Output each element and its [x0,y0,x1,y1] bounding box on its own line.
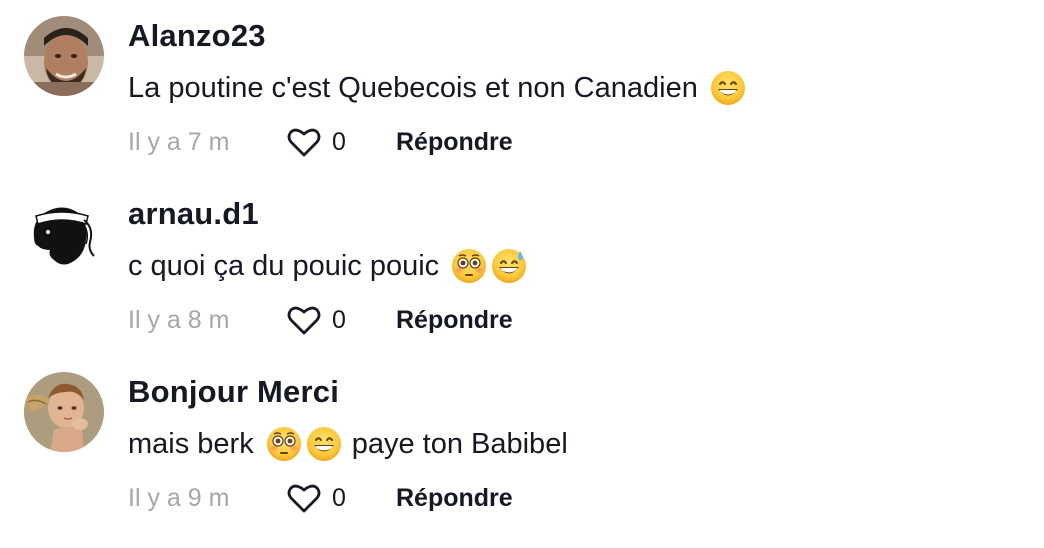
reply-button[interactable]: Répondre [396,128,513,157]
avatar[interactable] [24,16,104,96]
comment-text: c quoi ça du pouic pouic [128,248,527,284]
username[interactable]: Bonjour Merci [128,374,339,410]
comment-item: Alanzo23 La poutine c'est Quebecois et n… [0,0,1044,178]
reply-button[interactable]: Répondre [396,484,513,513]
username[interactable]: arnau.d1 [128,196,259,232]
like-count: 0 [332,127,346,156]
heart-outline-icon[interactable] [286,124,322,160]
avatar[interactable] [24,194,104,274]
comment-item: arnau.d1 c quoi ça du pouic pouic Il y a… [0,178,1044,356]
like-button[interactable]: 0 [286,480,396,516]
comment-body-continued: paye ton Babibel [351,427,568,460]
flushed-face-emoji-icon [451,248,487,284]
timestamp: Il y a 7 m [128,127,230,156]
username[interactable]: Alanzo23 [128,18,266,54]
timestamp: Il y a 8 m [128,305,230,334]
comment-meta: Il y a 8 m 0 Répondre [128,302,513,338]
comment-body: c quoi ça du pouic pouic [128,249,440,282]
comment-meta: Il y a 9 m 0 Répondre [128,480,513,516]
comment-body: mais berk [128,427,254,460]
heart-outline-icon[interactable] [286,480,322,516]
comment-body: La poutine c'est Quebecois et non Canadi… [128,71,698,104]
reply-button[interactable]: Répondre [396,306,513,335]
flushed-face-emoji-icon [266,426,302,462]
heart-outline-icon[interactable] [286,302,322,338]
like-count: 0 [332,305,346,334]
timestamp: Il y a 9 m [128,483,230,512]
grinning-face-emoji-icon [710,70,746,106]
like-count: 0 [332,483,346,512]
comment-text: La poutine c'est Quebecois et non Canadi… [128,70,746,106]
grinning-face-emoji-icon [306,426,342,462]
like-button[interactable]: 0 [286,124,396,160]
avatar[interactable] [24,372,104,452]
comment-meta: Il y a 7 m 0 Répondre [128,124,513,160]
comment-text: mais berk paye ton Babibel [128,426,568,462]
like-button[interactable]: 0 [286,302,396,338]
sweat-smile-emoji-icon [491,248,527,284]
comment-item: Bonjour Merci mais berk paye ton Babibel… [0,356,1044,534]
